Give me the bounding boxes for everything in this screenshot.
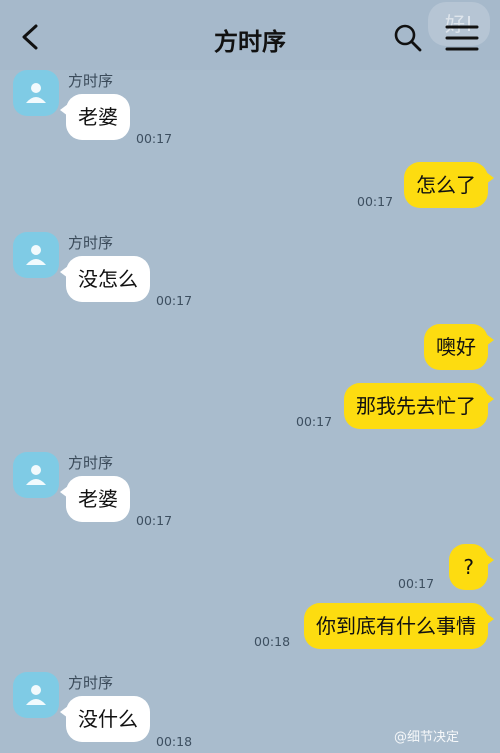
message-bubble[interactable]: 怎么了 [404,162,494,208]
person-icon [26,685,46,705]
message-bubble[interactable]: 没怎么 [60,256,150,302]
watermark-text: @细节决定 [394,730,460,745]
search-button[interactable] [392,22,424,54]
sender-name: 方时序 [68,72,114,90]
person-icon [26,465,46,485]
menu-button[interactable] [444,22,480,54]
message-bubble[interactable]: 没什么 [60,696,150,742]
message-time: 00:17 [136,513,173,528]
person-icon [26,83,46,103]
contact-avatar[interactable] [13,70,59,116]
message-time: 00:17 [136,131,173,146]
message-time: 00:18 [156,734,193,749]
message-time: 00:17 [357,194,394,209]
person-icon [26,245,46,265]
sender-name: 方时序 [68,454,114,472]
message-bubble[interactable]: 那我先去忙了 [344,383,494,429]
message-bubble[interactable]: 噢好 [424,324,494,370]
sender-name: 方时序 [68,234,114,252]
message-bubble[interactable]: 老婆 [60,94,130,140]
contact-avatar[interactable] [13,672,59,718]
contact-avatar[interactable] [13,232,59,278]
message-time: 00:17 [398,576,435,591]
search-icon [394,24,422,52]
message-time: 00:17 [156,293,193,308]
message-time: 00:18 [254,634,291,649]
message-bubble[interactable]: 老婆 [60,476,130,522]
chat-header: 好! 方时序 [0,0,500,70]
message-bubble[interactable]: ? [449,544,494,590]
menu-icon [445,25,479,51]
message-bubble[interactable]: 你到底有什么事情 [304,603,494,649]
contact-avatar[interactable] [13,452,59,498]
message-time: 00:17 [296,414,333,429]
sender-name: 方时序 [68,674,114,692]
chat-title: 方时序 [214,28,286,56]
